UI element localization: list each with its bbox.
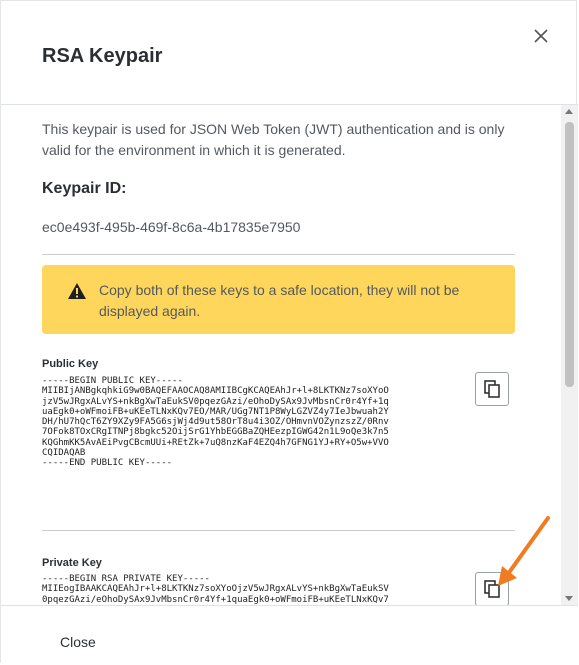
dialog-title: RSA Keypair <box>42 45 163 67</box>
warning-text: Copy both of these keys to a safe locati… <box>99 282 460 319</box>
close-button[interactable]: Close <box>60 634 96 650</box>
keypair-id-value: ec0e493f-495b-469f-8c6a-4b17835e7950 <box>42 219 301 235</box>
public-key-text[interactable]: -----BEGIN PUBLIC KEY----- MIIBIjANBgkqh… <box>42 376 389 469</box>
close-icon[interactable] <box>532 27 550 45</box>
dialog-body[interactable]: This keypair is used for JSON Web Token … <box>1 105 561 605</box>
scroll-up-arrow-icon[interactable] <box>565 109 573 114</box>
dialog-scrollbar[interactable] <box>561 105 578 605</box>
divider <box>42 530 515 531</box>
keypair-id-label: Keypair ID: <box>42 180 127 197</box>
keypair-description: This keypair is used for JSON Web Token … <box>42 121 505 158</box>
scroll-down-arrow-icon[interactable] <box>565 596 573 601</box>
scrollbar-thumb[interactable] <box>565 122 574 387</box>
divider <box>42 254 515 255</box>
private-key-label: Private Key <box>42 557 102 569</box>
public-key-label: Public Key <box>42 358 99 370</box>
dialog-footer: Close <box>1 605 578 665</box>
copy-private-key-button[interactable] <box>475 572 509 605</box>
rsa-keypair-dialog: RSA Keypair This keypair is used for JSO… <box>0 0 578 665</box>
private-key-text[interactable]: -----BEGIN RSA PRIVATE KEY----- MIIEogIB… <box>42 574 389 605</box>
copy-public-key-button[interactable] <box>475 372 509 406</box>
dialog-header: RSA Keypair <box>1 1 578 105</box>
warning-icon <box>67 282 87 300</box>
warning-banner: Copy both of these keys to a safe locati… <box>42 265 515 334</box>
